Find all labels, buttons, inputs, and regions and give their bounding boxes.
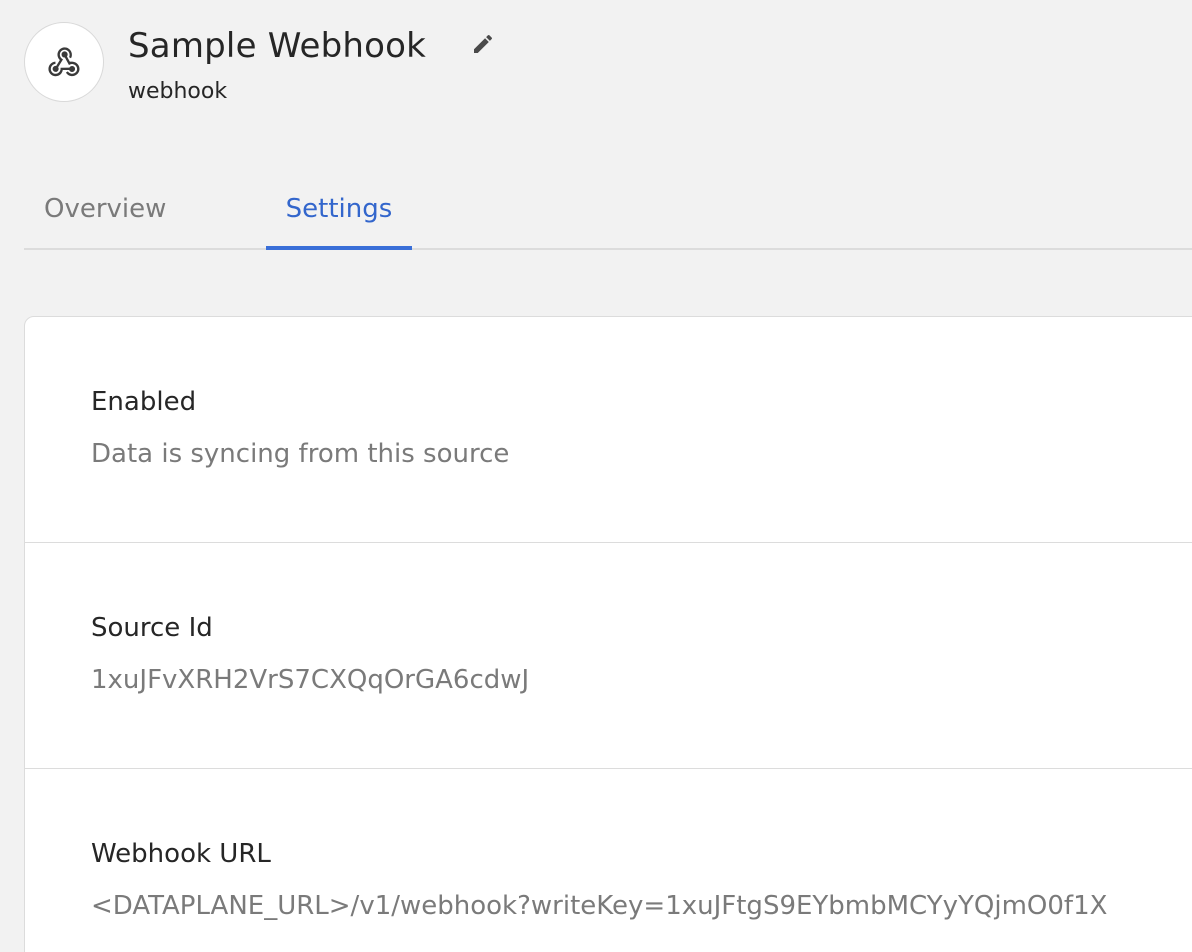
enabled-label: Enabled bbox=[91, 387, 197, 417]
title-row: Sample Webhook bbox=[128, 24, 498, 68]
webhook-url-value: <DATAPLANE_URL>/v1/webhook?writeKey=1xuJ… bbox=[91, 891, 1108, 921]
source-id-label: Source Id bbox=[91, 613, 213, 643]
tab-settings[interactable]: Settings bbox=[266, 180, 412, 250]
source-id-row: Source Id 1xuJFvXRH2VrS7CXQqOrGA6cdwJ bbox=[25, 543, 1192, 769]
tab-bar: Overview Settings bbox=[24, 180, 1192, 250]
enabled-description: Data is syncing from this source bbox=[91, 439, 510, 469]
source-avatar bbox=[24, 22, 104, 102]
tab-overview[interactable]: Overview bbox=[44, 180, 166, 250]
webhook-url-row: Webhook URL <DATAPLANE_URL>/v1/webhook?w… bbox=[25, 769, 1192, 952]
enabled-row: Enabled Data is syncing from this source bbox=[25, 317, 1192, 543]
source-header: Sample Webhook webhook bbox=[24, 22, 498, 106]
page-title: Sample Webhook bbox=[128, 26, 427, 66]
webhook-url-label: Webhook URL bbox=[91, 839, 271, 869]
pencil-icon bbox=[474, 34, 493, 53]
source-type-label: webhook bbox=[128, 79, 228, 104]
settings-card: Enabled Data is syncing from this source… bbox=[24, 316, 1192, 952]
source-settings-page: Sample Webhook webhook Overview Settings… bbox=[0, 0, 1192, 952]
title-block: Sample Webhook webhook bbox=[128, 24, 498, 106]
edit-name-button[interactable] bbox=[468, 29, 498, 59]
source-id-value: 1xuJFvXRH2VrS7CXQqOrGA6cdwJ bbox=[91, 665, 530, 695]
webhook-icon bbox=[48, 47, 80, 77]
